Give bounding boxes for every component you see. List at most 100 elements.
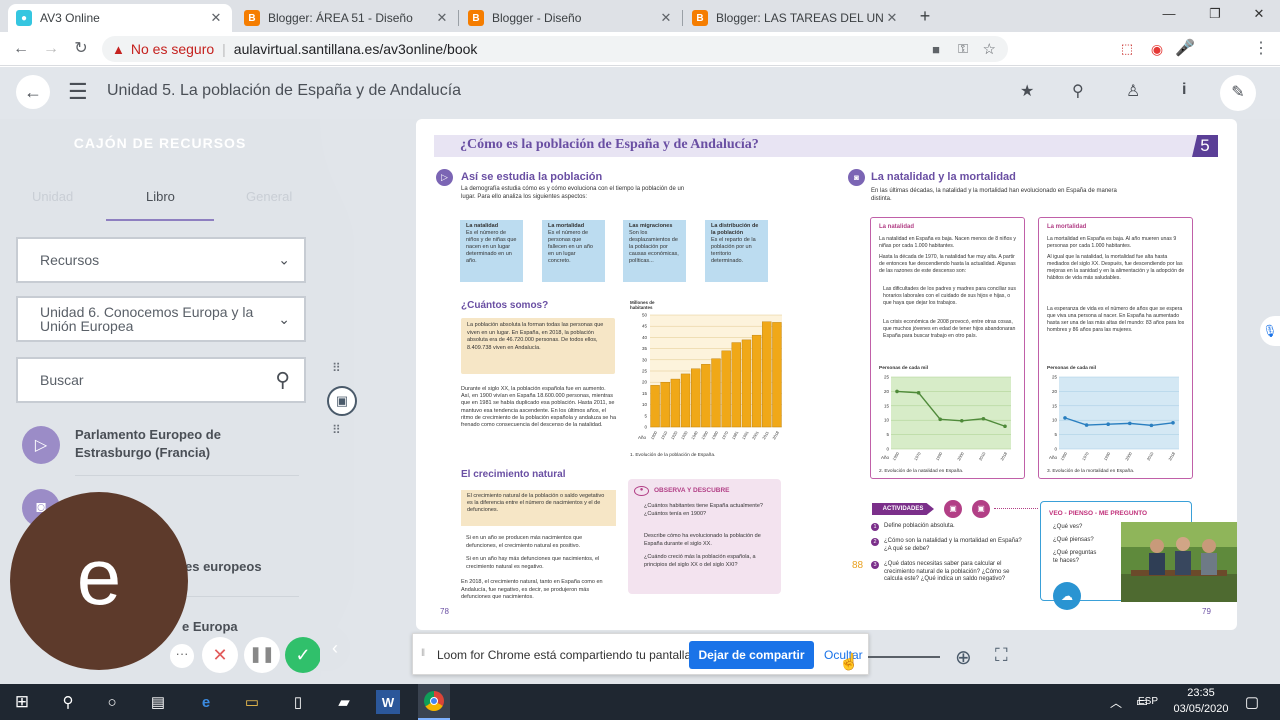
language-indicator[interactable]: ESP	[1138, 696, 1158, 707]
data-point	[960, 418, 964, 423]
search-icon[interactable]: ⚲	[56, 690, 80, 714]
tab-blogger-diseno[interactable]: B Blogger - Diseño ✕	[460, 4, 682, 32]
back-icon[interactable]: ←	[10, 38, 32, 60]
tab-libro[interactable]: Libro	[146, 189, 175, 204]
sidebar-heading: CAJÓN DE RECURSOS	[73, 135, 247, 151]
resource-panel-toggle-button[interactable]: ▣	[327, 386, 357, 416]
tab-blogger-area51[interactable]: B Blogger: ÁREA 51 - Diseño ✕	[236, 4, 458, 32]
concept-title: La mortalidad	[548, 223, 585, 229]
tab-unidad[interactable]: Unidad	[32, 189, 73, 204]
notifications-icon[interactable]: ▢	[1240, 690, 1264, 714]
tab-av3-online[interactable]: ● AV3 Online ✕	[8, 4, 232, 32]
concept-box: Las migraciones Son los desplazamientos d…	[623, 220, 686, 282]
record-extension-icon[interactable]: ◉	[1146, 38, 1168, 60]
fullscreen-icon[interactable]: ⛶	[995, 645, 1008, 666]
close-window-button[interactable]: ✕	[1236, 6, 1280, 26]
pause-recording-button[interactable]: ❚❚	[244, 637, 280, 673]
menu-dots-icon[interactable]: ⋮	[1250, 38, 1272, 60]
forward-icon[interactable]: →	[40, 38, 62, 60]
camera-icon[interactable]: ■	[932, 42, 940, 57]
clock-time[interactable]: 23:35	[1170, 687, 1232, 699]
edge-icon[interactable]: e	[194, 690, 218, 714]
resources-select[interactable]: Recursos ⌄	[16, 237, 306, 283]
microphone-icon[interactable]: 🎤	[1174, 38, 1196, 60]
bar	[691, 368, 701, 428]
file-explorer-icon[interactable]: ▭	[240, 690, 264, 714]
bullet-item: Si en un año se producen más nacimientos…	[466, 535, 583, 549]
unit-select[interactable]: Unidad 6. Conocemos Europa y la Unión Eu…	[16, 296, 306, 342]
camera-icon[interactable]: ◙	[848, 169, 865, 186]
cancel-recording-button[interactable]: ✕	[202, 637, 238, 673]
reload-icon[interactable]: ↻	[70, 38, 92, 60]
app-icon[interactable]: ▰	[332, 690, 356, 714]
section-intro: En las últimas décadas, la natalidad y l…	[871, 188, 1117, 202]
windows-start-icon[interactable]: ⊞	[10, 690, 34, 714]
activity-item: ¿Cómo son la natalidad y la mortalidad e…	[884, 538, 1022, 552]
tab-general[interactable]: General	[246, 189, 292, 204]
concept-title: Las migraciones	[629, 223, 673, 229]
show-hidden-icons[interactable]: ︿	[1104, 690, 1128, 714]
drag-handle-icon[interactable]: ‖	[421, 648, 425, 659]
document-icon[interactable]: ▣	[972, 500, 990, 518]
zoom-in-icon[interactable]: ⊕	[955, 645, 972, 670]
activities-label: ACTIVIDADES	[872, 503, 934, 515]
observe-item: Describe cómo ha evolucionado la poblaci…	[644, 533, 761, 547]
x-tick-label: 1950	[700, 429, 709, 440]
video-icon[interactable]: ▣	[944, 500, 962, 518]
zoom-slider[interactable]	[868, 656, 940, 658]
resource-label[interactable]: es europeos	[185, 559, 262, 574]
stop-sharing-button[interactable]: Dejar de compartir	[689, 641, 814, 669]
accessibility-icon[interactable]: ♙	[1126, 81, 1140, 101]
body-paragraph: Durante el siglo XX, la población españo…	[461, 386, 617, 429]
edit-pencil-button[interactable]: ✎	[1220, 75, 1256, 111]
search-icon[interactable]: ⚲	[275, 368, 290, 393]
resource-item[interactable]: ▷ Parlamento Europeo de Estrasburgo (Fra…	[22, 426, 255, 466]
y-tick-label: 25	[1052, 375, 1058, 380]
play-icon[interactable]: ▷	[436, 169, 453, 186]
close-icon[interactable]: ✕	[658, 10, 674, 26]
close-icon[interactable]: ✕	[208, 10, 224, 26]
bar	[731, 342, 741, 428]
panel-title: La natalidad	[879, 224, 915, 230]
concept-text: Es el número de niños y de niñas que nac…	[466, 230, 517, 264]
bar	[670, 378, 681, 428]
pdf-extension-icon[interactable]: ⬚	[1116, 38, 1138, 60]
favorite-star-icon[interactable]: ★	[1020, 81, 1034, 101]
panel-point: La mortalidad en España es baja. Al año …	[1047, 236, 1177, 249]
document-app-icon[interactable]: ▯	[286, 690, 310, 714]
task-view-icon[interactable]: ▤	[146, 690, 170, 714]
address-bar[interactable]: ▲ No es seguro | aulavirtual.santillana.…	[102, 36, 1008, 62]
key-icon[interactable]: ⚿	[958, 41, 968, 57]
word-icon[interactable]: W	[376, 690, 400, 714]
tab-separator	[458, 10, 459, 26]
resource-label[interactable]: e Europa	[182, 619, 238, 634]
webcam-bubble[interactable]: e	[10, 492, 188, 670]
close-icon[interactable]: ✕	[884, 10, 900, 26]
cloud-icon[interactable]: ☁	[1053, 582, 1081, 610]
close-icon[interactable]: ✕	[434, 10, 450, 26]
search-input[interactable]: Buscar	[40, 372, 84, 388]
grid-dots-icon[interactable]: ⠿	[332, 423, 341, 437]
back-button[interactable]: ←	[16, 75, 50, 109]
search-box[interactable]: Buscar ⚲	[16, 357, 306, 403]
finish-recording-button[interactable]: ✓	[285, 637, 321, 673]
grid-dots-icon[interactable]: ⠿	[332, 361, 341, 375]
url-text[interactable]: aulavirtual.santillana.es/av3online/book	[234, 41, 478, 57]
hamburger-menu-icon[interactable]: ☰	[68, 79, 88, 105]
search-icon[interactable]: ⚲	[1072, 81, 1084, 101]
more-options-button[interactable]: ···	[170, 644, 194, 668]
star-icon[interactable]: ☆	[983, 40, 996, 58]
restore-button[interactable]: ❐	[1192, 6, 1238, 26]
y-tick-label: 15	[884, 403, 890, 408]
x-tick-label: 1940	[690, 429, 699, 440]
new-tab-button[interactable]: +	[914, 6, 936, 28]
security-status[interactable]: No es seguro	[131, 41, 214, 57]
y-tick-label: 10	[1052, 418, 1058, 423]
tab-blogger-tareas[interactable]: B Blogger: LAS TAREAS DEL UNIVE ✕	[684, 4, 908, 32]
chrome-icon[interactable]	[418, 684, 450, 720]
minimize-button[interactable]: —	[1146, 6, 1192, 26]
x-tick-label: 1970	[720, 429, 729, 440]
info-icon[interactable]: i	[1182, 81, 1186, 99]
clock-date[interactable]: 03/05/2020	[1170, 703, 1232, 715]
cortana-icon[interactable]: ○	[100, 690, 124, 714]
